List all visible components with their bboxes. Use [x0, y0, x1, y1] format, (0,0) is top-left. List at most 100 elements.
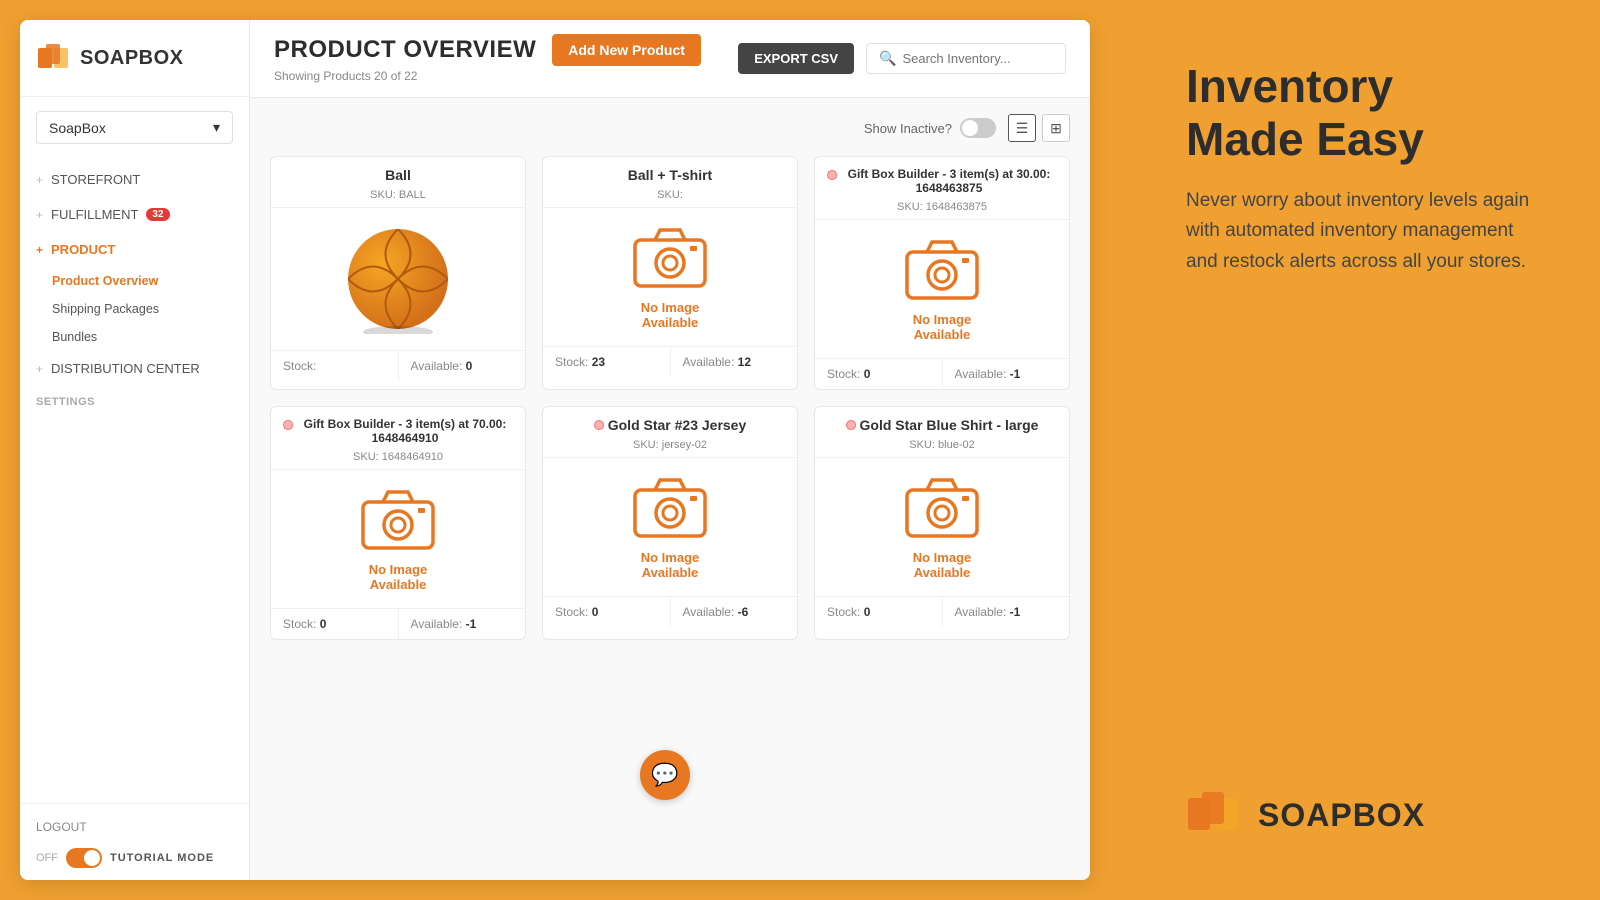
logo-text: SOAPBOX	[80, 47, 184, 70]
soapbox-logo-icon	[36, 40, 72, 76]
card-footer-ball: Stock: Available: 0	[271, 350, 525, 381]
no-image-placeholder: No ImageAvailable	[902, 474, 982, 580]
sidebar-item-storefront[interactable]: + STOREFRONT	[20, 162, 249, 197]
card-image-ball	[271, 208, 525, 350]
basketball-image	[343, 224, 453, 334]
stock-section: Stock: 23	[543, 347, 671, 377]
card-sku-jersey: SKU: jersey-02	[555, 439, 785, 451]
sidebar-item-product[interactable]: + PRODUCT	[20, 232, 249, 267]
card-header-gold-star-jersey: Gold Star #23 Jersey SKU: jersey-02	[543, 407, 797, 458]
fulfillment-badge: 32	[146, 208, 169, 221]
logout-link[interactable]: LOGOUT	[36, 816, 233, 838]
sidebar-item-shipping-packages[interactable]: Shipping Packages	[20, 295, 249, 323]
plus-icon: +	[36, 362, 43, 376]
add-new-product-button[interactable]: Add New Product	[552, 34, 701, 66]
card-image-jersey: No ImageAvailable	[543, 458, 797, 596]
card-header-ball: Ball SKU: BALL	[271, 157, 525, 208]
available-section: Available: -1	[399, 609, 526, 639]
promo-headline: InventoryMade Easy	[1186, 60, 1544, 166]
promo-body: Never worry about inventory levels again…	[1186, 186, 1544, 277]
no-image-text: No ImageAvailable	[641, 550, 700, 580]
product-grid: Ball SKU: BALL	[270, 156, 1070, 640]
camera-icon	[630, 224, 710, 294]
view-icons: ☰ ⊞	[1008, 114, 1070, 142]
no-image-text: No ImageAvailable	[913, 312, 972, 342]
product-card-ball-tshirt[interactable]: Ball + T-shirt SKU:	[542, 156, 798, 390]
camera-icon	[902, 236, 982, 306]
sidebar-item-product-overview[interactable]: Product Overview	[20, 267, 249, 295]
promo-logo-icon	[1186, 790, 1246, 840]
main-header: PRODUCT OVERVIEW Add New Product Showing…	[250, 20, 1090, 98]
camera-icon	[630, 474, 710, 544]
no-image-placeholder: No ImageAvailable	[902, 236, 982, 342]
stock-section: Stock:	[271, 351, 399, 381]
card-sku-ball: SKU: BALL	[283, 189, 513, 201]
show-inactive-toggle[interactable]	[960, 118, 996, 138]
card-image-gift-box-1: No ImageAvailable	[815, 220, 1069, 358]
header-right: EXPORT CSV 🔍	[738, 43, 1066, 74]
nav-section: + STOREFRONT + FULFILLMENT 32 + PRODUCT …	[20, 158, 249, 416]
inactive-dot	[594, 420, 604, 430]
search-input[interactable]	[902, 51, 1053, 66]
promo-panel: InventoryMade Easy Never worry about inv…	[1150, 20, 1580, 880]
header-left: PRODUCT OVERVIEW Add New Product Showing…	[274, 34, 701, 83]
tutorial-row: OFF TUToRIaL MODE	[36, 848, 233, 868]
plus-icon: +	[36, 243, 43, 257]
card-title: Gold Star #23 Jersey	[608, 417, 747, 433]
product-card-gift-box-1[interactable]: Gift Box Builder - 3 item(s) at 30.00: 1…	[814, 156, 1070, 390]
stock-section: Stock: 0	[543, 597, 671, 627]
no-image-text: No ImageAvailable	[369, 562, 428, 592]
product-card-gift-box-2[interactable]: Gift Box Builder - 3 item(s) at 70.00: 1…	[270, 406, 526, 640]
available-value: 0	[466, 359, 473, 373]
list-view-button[interactable]: ☰	[1008, 114, 1036, 142]
view-controls: Show Inactive? ☰ ⊞	[270, 114, 1070, 142]
card-header-gift-box-1: Gift Box Builder - 3 item(s) at 30.00: 1…	[815, 157, 1069, 220]
chevron-down-icon: ▾	[213, 119, 220, 136]
card-footer-gift-box-2: Stock: 0 Available: -1	[271, 608, 525, 639]
camera-icon	[358, 486, 438, 556]
sidebar-item-fulfillment[interactable]: + FULFILLMENT 32	[20, 197, 249, 232]
card-image-gift-box-2: No ImageAvailable	[271, 470, 525, 608]
product-card-ball[interactable]: Ball SKU: BALL	[270, 156, 526, 390]
available-section: Available: -1	[943, 359, 1070, 389]
showing-count: Showing Products 20 of 22	[274, 69, 701, 83]
card-title: Ball	[385, 167, 411, 183]
camera-icon	[902, 474, 982, 544]
promo-logo: SOAPBOX	[1186, 790, 1544, 840]
show-inactive-label: Show Inactive?	[864, 118, 996, 138]
sidebar-item-distribution[interactable]: + DISTRIBUTION CENTER	[20, 351, 249, 386]
grid-view-button[interactable]: ⊞	[1042, 114, 1070, 142]
export-csv-button[interactable]: EXPORT CSV	[738, 43, 854, 74]
promo-logo-text: SOAPBOX	[1258, 797, 1425, 834]
card-sku-ball-tshirt: SKU:	[555, 189, 785, 201]
card-header-gift-box-2: Gift Box Builder - 3 item(s) at 70.00: 1…	[271, 407, 525, 470]
card-image-ball-tshirt: No ImageAvailable	[543, 208, 797, 346]
available-label: Available:	[411, 359, 463, 373]
tutorial-toggle[interactable]	[66, 848, 102, 868]
card-footer-ball-tshirt: Stock: 23 Available: 12	[543, 346, 797, 377]
product-card-gold-star-jersey[interactable]: Gold Star #23 Jersey SKU: jersey-02	[542, 406, 798, 640]
inactive-dot	[283, 420, 293, 430]
sidebar-bottom: LOGOUT OFF TUToRIaL MODE	[20, 803, 249, 880]
toggle-knob	[84, 850, 100, 866]
card-sku-gift-box-1: SKU: 1648463875	[827, 201, 1057, 213]
no-image-placeholder: No ImageAvailable	[630, 224, 710, 330]
card-footer-shirt: Stock: 0 Available: -1	[815, 596, 1069, 627]
stock-label: Stock:	[283, 359, 316, 373]
sidebar-item-bundles[interactable]: Bundles	[20, 323, 249, 351]
grid-icon: ⊞	[1050, 120, 1062, 137]
plus-icon: +	[36, 208, 43, 222]
store-selector[interactable]: SoapBox ▾	[36, 111, 233, 144]
card-footer-gift-box-1: Stock: 0 Available: -1	[815, 358, 1069, 389]
card-title: Gift Box Builder - 3 item(s) at 30.00: 1…	[841, 167, 1057, 195]
no-image-text: No ImageAvailable	[913, 550, 972, 580]
product-card-gold-star-shirt[interactable]: Gold Star Blue Shirt - large SKU: blue-0…	[814, 406, 1070, 640]
card-footer-jersey: Stock: 0 Available: -6	[543, 596, 797, 627]
card-title: Gift Box Builder - 3 item(s) at 70.00: 1…	[297, 417, 513, 445]
available-section: Available: -1	[943, 597, 1070, 627]
available-section: Available: 0	[399, 351, 526, 381]
tutorial-mode-label: TUToRIaL MODE	[110, 852, 214, 864]
inactive-dot	[827, 170, 837, 180]
stock-section: Stock: 0	[271, 609, 399, 639]
chat-button[interactable]: 💬	[640, 750, 690, 800]
